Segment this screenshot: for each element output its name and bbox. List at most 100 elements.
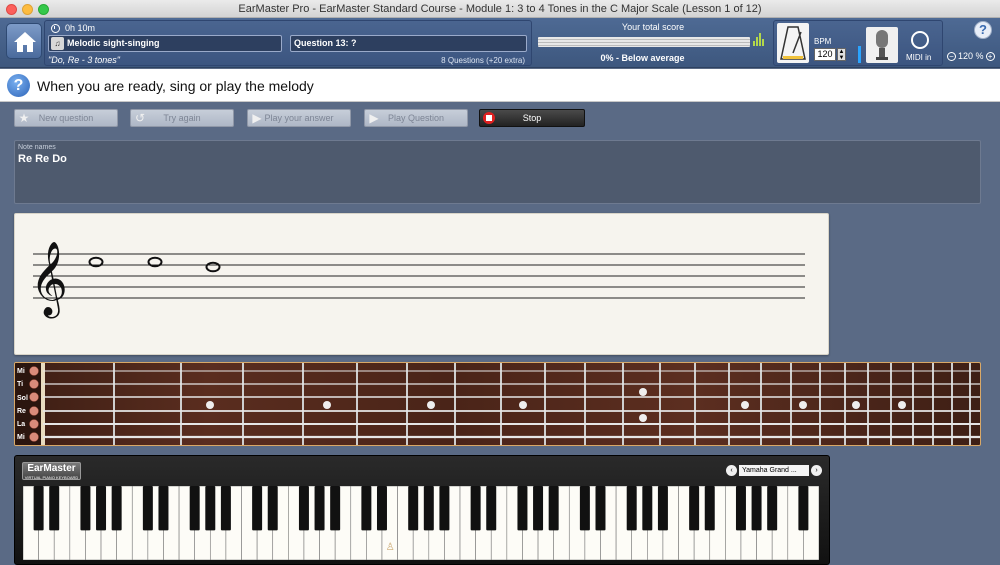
window-titlebar: EarMaster Pro - EarMaster Standard Cours… [0,0,1000,18]
string-label: La [17,421,26,429]
bpm-stepper[interactable]: ▲ ▼ [837,48,846,61]
piano-black-key[interactable] [533,486,544,531]
string-label: Ti [17,381,24,389]
piano-black-key[interactable] [205,486,216,531]
top-panel: 0h 10m ♫ Melodic sight-singing Question … [0,18,1000,68]
string-label: Mi [17,368,25,375]
piano-black-key[interactable] [267,486,278,531]
piano-black-key[interactable] [80,486,91,531]
piano-black-key[interactable] [657,486,668,531]
piano-black-key[interactable] [579,486,590,531]
star-icon: ★ [18,111,30,125]
piano-black-key[interactable] [158,486,169,531]
piano-black-key[interactable] [704,486,715,531]
piano-black-key[interactable] [798,486,809,531]
staff-notation: 𝄞 [30,242,805,319]
piano-black-key[interactable] [767,486,778,531]
instruction-text: When you are ready, sing or play the mel… [37,78,314,94]
piano-black-key[interactable] [142,486,153,531]
tools-panel: BPM 120 ▲ ▼ MIDI in [773,20,943,66]
piano-black-key[interactable] [517,486,528,531]
exercise-icon: ♫ [51,37,64,50]
question-mark-icon: ? [7,74,30,97]
bpm-label: BPM [814,37,832,46]
piano-black-key[interactable] [96,486,107,531]
piano-black-key[interactable] [439,486,450,531]
note-names-label: Note names [18,144,56,151]
play-icon: ▶ [252,111,262,125]
question-label: Question 13: ? [290,35,527,52]
help-button[interactable]: ? [974,21,992,39]
piano-black-key[interactable] [626,486,637,531]
piano-black-key[interactable] [314,486,325,531]
piano-black-key[interactable] [111,486,122,531]
note-names-value: Re Re Do [18,153,67,165]
score-title: Your total score [621,22,685,32]
minimize-window-button[interactable] [22,4,33,15]
piano-black-key[interactable] [595,486,606,531]
instrument-select[interactable]: Yamaha Grand ... [739,465,809,476]
piano-black-key[interactable] [220,486,231,531]
score-result: 0% - Below average [600,53,685,63]
piano-black-key[interactable] [33,486,44,531]
zoom-value: 120 % [958,51,984,61]
exercise-subtitle: "Do, Re - 3 tones" [48,55,120,65]
guitar-fretboard[interactable]: Mi Ti Sol Re La Mi [14,362,981,446]
piano-black-key[interactable] [642,486,653,531]
window-title: EarMaster Pro - EarMaster Standard Cours… [238,3,762,15]
play-icon: ▶ [369,111,379,125]
metronome-button[interactable] [777,23,809,63]
zoom-in-icon[interactable]: + [985,51,995,61]
piano-black-key[interactable] [330,486,341,531]
piano-black-key[interactable] [751,486,762,531]
stop-button[interactable]: Stop [479,109,585,127]
zoom-control: − 120 % + [947,51,995,61]
replay-icon: ↺ [134,111,146,125]
score-progress-bar [538,37,750,47]
try-again-button[interactable]: ↺ Try again [130,109,234,127]
zoom-window-button[interactable] [38,4,49,15]
question-count: 8 Questions (+20 extra) [441,56,525,65]
timer: 0h 10m [51,23,95,33]
home-button[interactable] [6,23,42,59]
clock-icon [51,23,60,33]
string-label: Mi [17,434,25,442]
midi-icon[interactable] [911,31,929,49]
zoom-out-icon[interactable]: − [947,51,956,61]
play-answer-button[interactable]: ▶ Play your answer [247,109,351,127]
play-question-button[interactable]: ▶ Play Question [364,109,468,127]
piano-black-key[interactable] [689,486,700,531]
timer-value: 0h 10m [65,23,96,33]
score-panel: Your total score 0% - Below average [535,20,771,66]
note-head [205,261,221,273]
piano-black-key[interactable] [548,486,559,531]
piano-black-key[interactable] [408,486,419,531]
stop-icon [483,112,495,124]
piano-black-key[interactable] [486,486,497,531]
piano-black-key[interactable] [423,486,434,531]
piano-black-key[interactable] [470,486,481,531]
input-level-meter [858,46,861,63]
virtual-piano: EarMaster VIRTUAL PIANO KEYBOARD ‹ Yamah… [14,455,830,565]
statistics-icon[interactable] [753,32,767,46]
piano-black-key[interactable] [49,486,60,531]
piano-black-key[interactable] [735,486,746,531]
next-instrument-button[interactable]: › [811,465,822,476]
microphone-button[interactable] [866,27,898,63]
piano-keyboard[interactable]: ♙ [22,485,820,561]
music-staff: 𝄞 [14,213,829,355]
string-labels: Mi Ti Sol Re La Mi [17,365,35,445]
exercise-name: ♫ Melodic sight-singing [48,35,282,52]
piano-black-key[interactable] [361,486,372,531]
exercise-info: 0h 10m ♫ Melodic sight-singing Question … [44,20,532,66]
previous-instrument-button[interactable]: ‹ [726,465,737,476]
piano-black-key[interactable] [298,486,309,531]
piano-black-key[interactable] [376,486,387,531]
instruction-bar: ? When you are ready, sing or play the m… [0,69,1000,102]
bpm-input[interactable]: 120 [814,48,836,61]
treble-clef-icon: 𝄞 [30,242,68,319]
piano-black-key[interactable] [252,486,263,531]
close-window-button[interactable] [6,4,17,15]
piano-black-key[interactable] [189,486,200,531]
new-question-button[interactable]: ★ New question [14,109,118,127]
